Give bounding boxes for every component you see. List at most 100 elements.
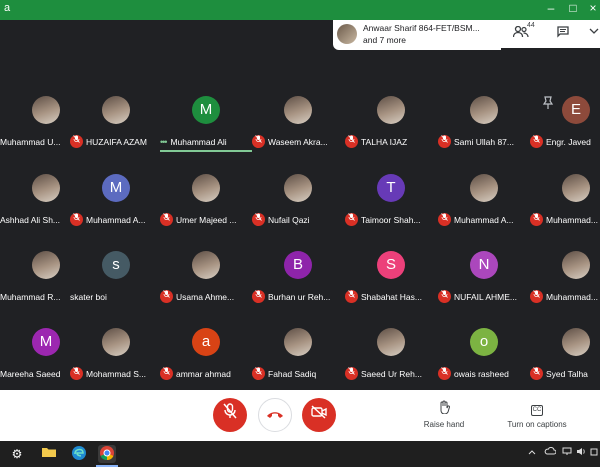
camera-off-icon <box>311 405 327 419</box>
tray-chevron-icon[interactable] <box>528 447 536 458</box>
active-speaker-bar <box>160 150 252 152</box>
hang-up-icon <box>267 412 283 418</box>
participant-tile[interactable]: o owais rasheed <box>438 310 530 388</box>
participant-avatar <box>102 96 130 124</box>
meeting-controls: Raise hand CC Turn on captions <box>0 390 600 441</box>
participant-name-row: Mohammad S... <box>70 365 162 381</box>
participant-avatar <box>562 174 590 202</box>
participant-tile[interactable]: HUZAIFA AZAM <box>70 78 162 156</box>
participant-tile[interactable]: a ammar ahmad <box>160 310 252 388</box>
participant-avatar <box>32 96 60 124</box>
participant-tile[interactable]: s skater boi <box>70 233 162 311</box>
mic-muted-icon <box>160 213 173 227</box>
participant-name-row: Muhammad... <box>530 211 600 227</box>
microphone-off-button[interactable] <box>213 398 247 432</box>
participant-name-row: ••• Muhammad Ali <box>160 133 252 147</box>
participant-name: ammar ahmad <box>176 368 231 379</box>
participant-tile[interactable]: Mohammad S... <box>70 310 162 388</box>
mic-muted-icon <box>345 213 358 227</box>
mic-muted-icon <box>530 135 543 149</box>
presenter-chip[interactable]: Anwaar Sharif 864-FET/BSM... and 7 more <box>333 20 501 50</box>
participant-avatar <box>284 174 312 202</box>
captions-button[interactable]: CC Turn on captions <box>500 400 574 429</box>
participant-tile[interactable]: Umer Majeed ... <box>160 156 252 234</box>
chrome-browser-icon[interactable] <box>98 445 116 463</box>
participant-avatar: E <box>562 96 590 124</box>
mic-muted-icon <box>438 213 451 227</box>
participant-name-row: Taimoor Shah... <box>345 211 437 227</box>
file-explorer-icon[interactable] <box>40 445 58 463</box>
participant-avatar: o <box>470 328 498 356</box>
network-icon[interactable] <box>562 447 572 459</box>
participant-name: Sami Ullah 87... <box>454 136 514 147</box>
settings-gear-icon[interactable]: ⚙ <box>8 445 26 463</box>
participant-tile[interactable]: Fahad Sadiq <box>252 310 344 388</box>
minimize-button[interactable]: – <box>544 1 558 15</box>
activities-icon[interactable] <box>589 26 599 41</box>
edge-browser-icon[interactable] <box>70 445 88 463</box>
cloud-icon[interactable] <box>544 446 557 458</box>
participant-tile[interactable]: N NUFAIL AHME... <box>438 233 530 311</box>
participant-name: Fahad Sadiq <box>268 368 317 379</box>
mic-muted-icon <box>530 367 543 381</box>
participant-name: HUZAIFA AZAM <box>86 136 147 147</box>
participant-tile[interactable]: Usama Ahme... <box>160 233 252 311</box>
participant-name: Engr. Javed <box>546 136 591 147</box>
mic-muted-icon <box>70 213 83 227</box>
participant-tile[interactable]: T Taimoor Shah... <box>345 156 437 234</box>
participant-tile[interactable]: B Burhan ur Reh... <box>252 233 344 311</box>
participant-tile[interactable]: E Engr. Javed <box>530 78 600 156</box>
participant-name: Waseem Akra... <box>268 136 328 147</box>
side-panel-toolbar: 44 <box>501 20 600 48</box>
participant-avatar <box>377 328 405 356</box>
mic-muted-icon <box>160 290 173 304</box>
participant-avatar: a <box>192 328 220 356</box>
participant-name-row: Shabahat Has... <box>345 288 437 304</box>
chat-icon[interactable] <box>557 26 569 41</box>
participant-name: Burhan ur Reh... <box>268 291 331 302</box>
participant-name: Ashhad Ali Sh... <box>0 214 61 225</box>
participant-tile[interactable]: Saeed Ur Reh... <box>345 310 437 388</box>
speaker-icon[interactable] <box>576 447 586 459</box>
participant-name: Muhammad A... <box>454 214 514 225</box>
camera-off-button[interactable] <box>302 398 336 432</box>
participant-avatar: S <box>377 251 405 279</box>
participant-avatar: M <box>102 174 130 202</box>
participant-name-row: Syed Talha <box>530 365 600 381</box>
hand-icon <box>418 400 470 415</box>
battery-icon <box>590 447 598 459</box>
mic-muted-icon <box>345 135 358 149</box>
participant-name-row: Saeed Ur Reh... <box>345 365 437 381</box>
participant-name-row: Muhammad A... <box>70 211 162 227</box>
participant-tile[interactable]: Muhammad... <box>530 233 600 311</box>
participant-tile[interactable]: Waseem Akra... <box>252 78 344 156</box>
maximize-button[interactable]: □ <box>566 1 580 15</box>
window-title: a <box>4 2 11 14</box>
participant-tile[interactable]: TALHA IJAZ <box>345 78 437 156</box>
raise-hand-button[interactable]: Raise hand <box>418 400 470 429</box>
participant-name-row: skater boi <box>70 288 162 302</box>
participant-tile[interactable]: Sami Ullah 87... <box>438 78 530 156</box>
participant-tile[interactable]: M ••• Muhammad Ali <box>160 78 252 156</box>
participant-tile[interactable]: S Shabahat Has... <box>345 233 437 311</box>
participant-name: Mohammad S... <box>86 368 146 379</box>
participant-name: Muhammad Ali <box>170 136 227 147</box>
mic-muted-icon <box>252 213 265 227</box>
participant-name: NUFAIL AHME... <box>454 291 517 302</box>
mic-off-icon <box>223 403 237 419</box>
participant-name: Mareeha Saeed <box>0 368 61 379</box>
pin-icon[interactable] <box>542 96 554 110</box>
participant-tile[interactable]: Muhammad A... <box>438 156 530 234</box>
participant-tile[interactable]: Nufail Qazi <box>252 156 344 234</box>
participant-avatar: M <box>192 96 220 124</box>
participant-tile[interactable]: Syed Talha <box>530 310 600 388</box>
participant-tile[interactable]: M Muhammad A... <box>70 156 162 234</box>
raise-hand-label: Raise hand <box>423 420 465 429</box>
leave-call-button[interactable] <box>258 398 292 432</box>
participant-tile[interactable]: Muhammad... <box>530 156 600 234</box>
participant-name-row: NUFAIL AHME... <box>438 288 530 304</box>
close-button[interactable]: × <box>586 1 600 15</box>
participant-name: Muhammad... <box>546 214 598 225</box>
captions-icon: CC <box>500 400 574 416</box>
mic-muted-icon <box>252 290 265 304</box>
